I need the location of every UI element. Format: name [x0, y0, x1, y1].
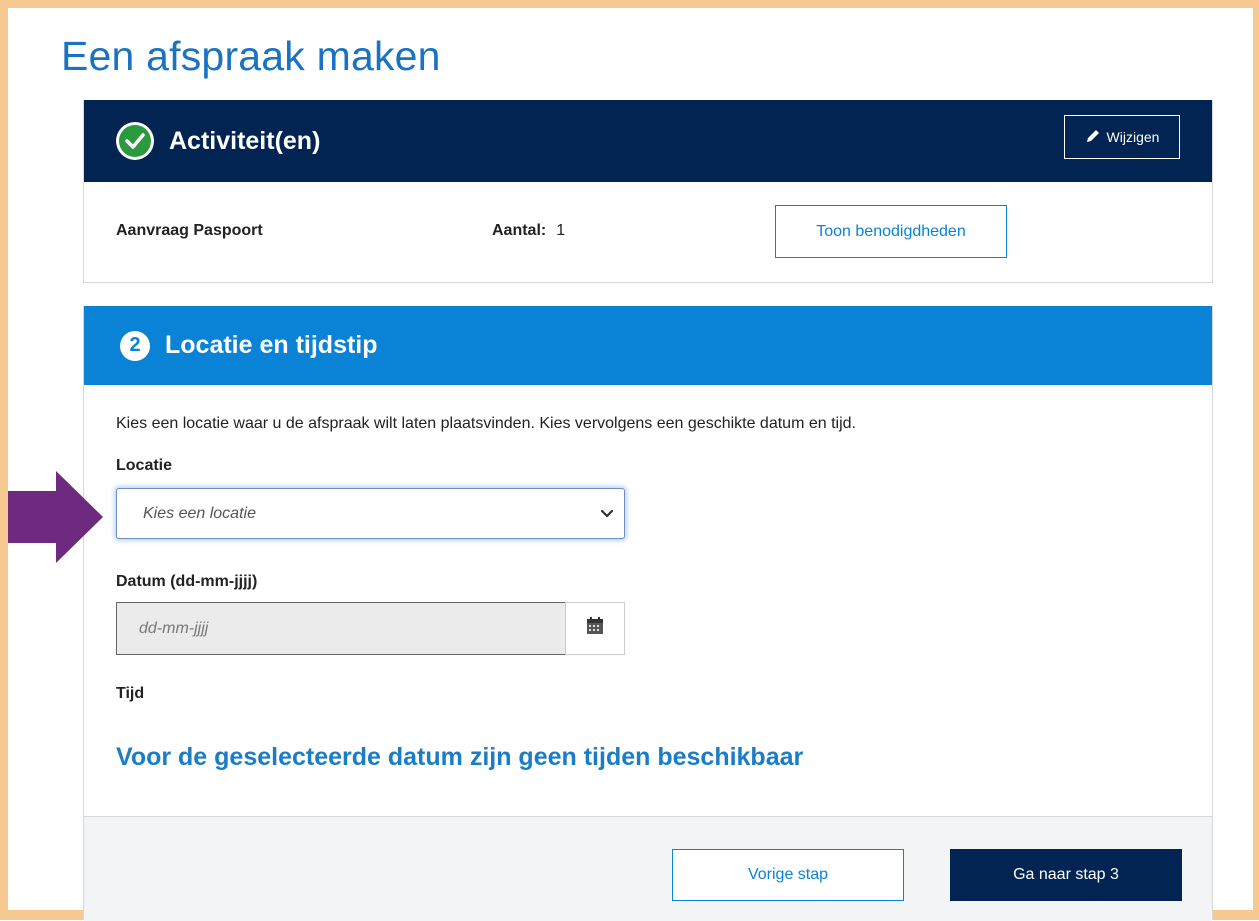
chevron-down-icon — [600, 506, 614, 524]
location-label: Locatie — [116, 457, 173, 474]
calendar-icon — [586, 617, 604, 640]
activity-count: Aantal: 1 — [492, 222, 565, 240]
time-label: Tijd — [116, 685, 145, 702]
activity-count-label: Aantal: — [492, 222, 547, 239]
location-select[interactable]: Kies een locatie — [116, 488, 625, 539]
location-select-value: Kies een locatie — [143, 504, 256, 522]
activities-header: Activiteit(en) Wijzigen — [84, 100, 1212, 182]
activity-count-value: 1 — [556, 222, 566, 239]
step-number-badge: 2 — [120, 330, 150, 361]
show-requirements-button[interactable]: Toon benodigdheden — [775, 205, 1007, 258]
arrow-right-icon — [8, 471, 103, 568]
step-footer: Vorige stap Ga naar stap 3 — [84, 816, 1212, 921]
edit-button[interactable]: Wijzigen — [1064, 115, 1180, 159]
location-time-card: 2 Locatie en tijdstip Kies een locatie w… — [83, 306, 1213, 921]
previous-step-button[interactable]: Vorige stap — [672, 849, 904, 901]
activities-card: Activiteit(en) Wijzigen Aanvraag Paspoor… — [83, 100, 1213, 283]
date-label: Datum (dd-mm-jjjj) — [116, 573, 258, 590]
next-step-button[interactable]: Ga naar stap 3 — [950, 849, 1182, 901]
location-time-header: 2 Locatie en tijdstip — [84, 306, 1212, 385]
page-title: Een afspraak maken — [61, 33, 441, 79]
step-intro: Kies een locatie waar u de afspraak wilt… — [116, 415, 856, 432]
page-frame: Een afspraak maken Activiteit(en) Wijzig… — [0, 0, 1259, 921]
activities-title: Activiteit(en) — [169, 126, 321, 155]
no-times-message: Voor de geselecteerde datum zijn geen ti… — [116, 743, 804, 771]
edit-button-label: Wijzigen — [1106, 129, 1160, 145]
location-time-title: Locatie en tijdstip — [165, 331, 378, 359]
activity-name: Aanvraag Paspoort — [116, 222, 263, 239]
date-placeholder: dd-mm-jjjj — [139, 619, 209, 637]
calendar-button[interactable] — [565, 602, 625, 655]
date-input[interactable]: dd-mm-jjjj — [116, 602, 566, 655]
pencil-icon — [1085, 128, 1101, 147]
activity-row: Aanvraag Paspoort Aantal: 1 Toon benodigd… — [84, 182, 1212, 283]
check-circle-icon — [116, 122, 154, 160]
